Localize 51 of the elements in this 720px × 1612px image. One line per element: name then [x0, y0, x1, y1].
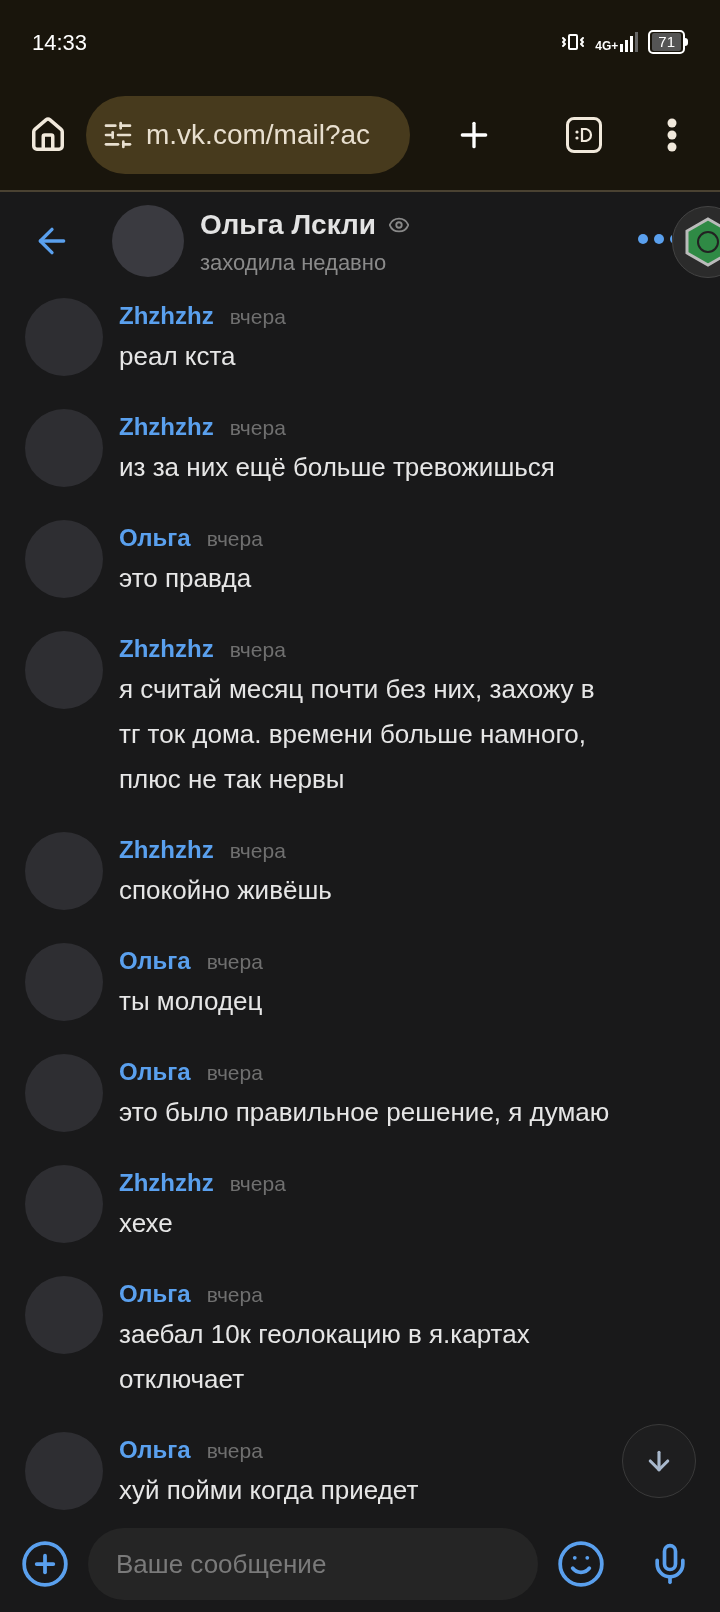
sender-name[interactable]: Zhzhzhz — [119, 298, 214, 334]
message-time: вчера — [229, 637, 286, 663]
attach-button[interactable] — [20, 1539, 70, 1589]
sender-name[interactable]: Zhzhzhz — [119, 1165, 214, 1201]
sender-name[interactable]: Ольга — [119, 943, 191, 979]
message-input[interactable]: Ваше сообщение — [88, 1528, 538, 1600]
network-label: 4G+ — [595, 40, 619, 52]
message-text: спокойно живёшь — [119, 874, 332, 907]
tabs-button[interactable] — [566, 117, 602, 153]
message-text: тг ток дома. времени больше намного, — [119, 718, 588, 751]
message-text: это правда — [119, 562, 253, 595]
message-text: плюс не так нервы — [119, 763, 346, 796]
message-text: хехе — [119, 1207, 174, 1240]
message-time: вчера — [206, 1060, 263, 1086]
message-text: это было правильное решение, я думаю — [119, 1096, 610, 1129]
home-icon — [29, 116, 67, 154]
message-text: заебал 10к геолокацию в я.картах — [119, 1318, 530, 1351]
message-text: ты молодец — [119, 985, 263, 1018]
menu-icon — [667, 118, 677, 152]
site-settings-icon[interactable] — [102, 119, 134, 151]
sender-name[interactable]: Zhzhzhz — [119, 409, 214, 445]
battery-indicator: 71 — [648, 30, 688, 54]
sender-name[interactable]: Zhzhzhz — [119, 832, 214, 868]
message-time: вчера — [206, 1438, 263, 1464]
contact-name[interactable]: Ольга Лскли — [200, 203, 376, 246]
message-time: вчера — [229, 838, 286, 864]
sender-name[interactable]: Ольга — [119, 520, 191, 556]
emoji-button[interactable] — [556, 1539, 606, 1589]
url-text: m.vk.com/mail?ac — [146, 118, 371, 152]
message-time: вчера — [229, 415, 286, 441]
plus-circle-icon — [20, 1539, 70, 1589]
message-text: я считай месяц почти без них, захожу в — [119, 673, 595, 706]
sender-name[interactable]: Ольга — [119, 1054, 191, 1090]
signal-icon — [620, 32, 639, 52]
sender-name[interactable]: Ольга — [119, 1276, 191, 1312]
message-time: вчера — [229, 1171, 286, 1197]
message-time: вчера — [206, 949, 263, 975]
status-time: 14:33 — [32, 28, 88, 57]
contact-status: заходила недавно — [200, 248, 388, 277]
sender-name[interactable]: Zhzhzhz — [119, 631, 214, 667]
message-text: хуй пойми когда приедет — [119, 1474, 419, 1507]
message-text: отключает — [119, 1363, 246, 1396]
message-time: вчера — [229, 304, 286, 330]
message-time: вчера — [206, 1282, 263, 1308]
message-time: вчера — [206, 526, 263, 552]
message-text: реал кста — [119, 340, 237, 373]
face-icon — [574, 128, 594, 142]
sender-name[interactable]: Ольга — [119, 1432, 191, 1468]
address-bar[interactable]: m.vk.com/mail?ac — [86, 96, 410, 174]
smiley-icon — [556, 1539, 606, 1589]
message-text: из за них ещё больше тревожишься — [119, 451, 555, 484]
